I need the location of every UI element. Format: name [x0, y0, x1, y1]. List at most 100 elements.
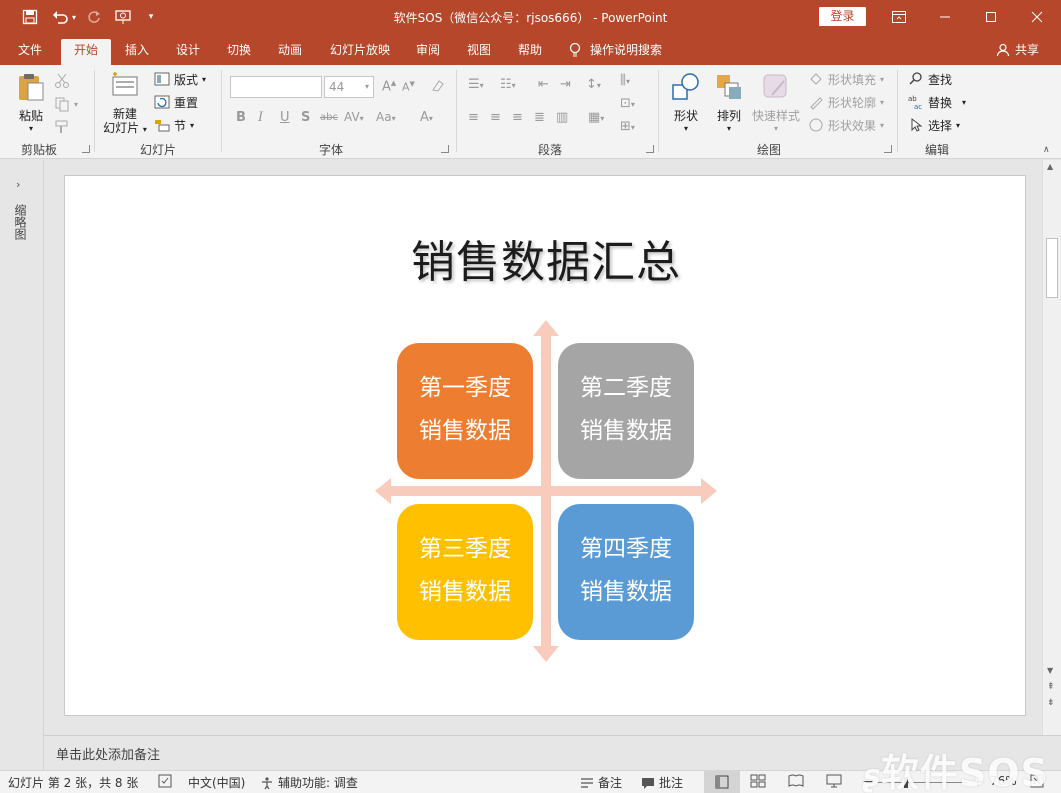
slideshow-view-icon[interactable]: [826, 774, 842, 788]
find-button[interactable]: 查找: [908, 69, 952, 89]
layout-button[interactable]: 版式 ▾: [154, 69, 206, 89]
close-icon[interactable]: [1014, 0, 1060, 34]
notes-toggle[interactable]: 备注: [580, 774, 622, 791]
font-launcher-icon[interactable]: [441, 145, 449, 153]
quadrant-q2[interactable]: 第二季度 销售数据: [558, 343, 694, 479]
ribbon-display-options-icon[interactable]: [876, 0, 922, 34]
shape-outline-button[interactable]: 形状轮廓 ▾: [808, 92, 884, 112]
distributed-icon[interactable]: ▥: [556, 110, 568, 125]
tab-design[interactable]: 设计: [166, 39, 210, 65]
redo-icon[interactable]: [84, 6, 104, 28]
align-text-icon[interactable]: ⊡▾: [620, 96, 635, 111]
minimize-icon[interactable]: [922, 0, 968, 34]
layout-label: 版式: [174, 72, 199, 87]
spell-check-icon[interactable]: [158, 774, 172, 788]
reading-view-icon[interactable]: [788, 774, 804, 788]
undo-icon[interactable]: ▾: [50, 6, 78, 28]
quick-styles-button[interactable]: 快速样式 ▾: [750, 71, 802, 133]
quadrant-q3-line2: 销售数据: [419, 579, 511, 605]
scroll-thumb[interactable]: [1046, 238, 1058, 298]
shape-fill-label: 形状填充: [828, 72, 877, 87]
tab-transitions[interactable]: 切换: [217, 39, 261, 65]
share-button[interactable]: 共享: [996, 39, 1039, 61]
accessibility-status[interactable]: 辅助功能: 调查: [260, 774, 358, 791]
tab-help[interactable]: 帮助: [508, 39, 552, 65]
bold-icon[interactable]: B: [236, 110, 246, 125]
align-right-icon[interactable]: ≡: [512, 110, 523, 125]
font-color-icon[interactable]: A▾: [420, 110, 433, 125]
notes-toggle-label: 备注: [598, 776, 623, 790]
maximize-icon[interactable]: [968, 0, 1014, 34]
justify-icon[interactable]: ≣: [534, 110, 545, 125]
convert-smartart-icon[interactable]: ⊞▾: [620, 119, 635, 134]
clear-formatting-icon[interactable]: [430, 78, 446, 98]
char-spacing-icon[interactable]: AV▾: [344, 110, 364, 124]
strikethrough-icon[interactable]: abc: [320, 112, 338, 123]
columns-icon[interactable]: ▦▾: [588, 110, 604, 125]
vertical-scrollbar[interactable]: ▲ ▼ ⇞ ⇟: [1042, 160, 1061, 735]
language-status[interactable]: 中文(中国): [188, 774, 245, 791]
arrange-button[interactable]: 排列 ▾: [711, 71, 747, 133]
section-button[interactable]: 节 ▾: [154, 115, 194, 135]
tab-review[interactable]: 审阅: [406, 39, 450, 65]
bullets-icon[interactable]: ☰▾: [468, 77, 484, 92]
paragraph-launcher-icon[interactable]: [646, 145, 654, 153]
clipboard-launcher-icon[interactable]: [82, 145, 90, 153]
normal-view-button[interactable]: [704, 771, 740, 793]
underline-icon[interactable]: U: [280, 110, 290, 125]
tab-view[interactable]: 视图: [457, 39, 501, 65]
save-icon[interactable]: [18, 6, 42, 28]
tab-file[interactable]: 文件: [8, 39, 52, 65]
change-case-icon[interactable]: Aa▾: [376, 110, 396, 124]
next-slide-icon[interactable]: ⇟: [1047, 698, 1055, 708]
tell-me-search[interactable]: 操作说明搜索: [568, 39, 662, 61]
italic-icon[interactable]: I: [258, 110, 263, 125]
shape-fill-button[interactable]: 形状填充 ▾: [808, 69, 884, 89]
select-button[interactable]: 选择 ▾: [908, 115, 960, 135]
numbering-icon[interactable]: ☷▾: [500, 77, 516, 92]
scroll-down-icon[interactable]: ▼: [1047, 666, 1053, 675]
replace-button[interactable]: ab ac 替换 ▾: [908, 92, 966, 112]
quadrant-q4[interactable]: 第四季度 销售数据: [558, 504, 694, 640]
shape-effects-button[interactable]: 形状效果 ▾: [808, 115, 884, 135]
decrease-font-icon[interactable]: A▼: [402, 80, 415, 94]
font-size-box[interactable]: 44 ▾: [324, 76, 374, 98]
separator: [897, 70, 898, 152]
line-spacing-icon[interactable]: ↕▾: [586, 77, 601, 92]
scroll-up-icon[interactable]: ▲: [1047, 162, 1053, 171]
increase-font-icon[interactable]: A▲: [382, 79, 396, 94]
tab-home[interactable]: 开始: [61, 39, 111, 65]
paste-button[interactable]: 粘贴 ▾: [12, 71, 50, 133]
text-direction-icon[interactable]: ⫼▾: [620, 73, 630, 88]
new-slide-label-1: 新建: [112, 107, 137, 121]
font-name-box[interactable]: [230, 76, 322, 98]
collapse-ribbon-icon[interactable]: ∧: [1043, 145, 1050, 155]
customize-qat-icon[interactable]: ▾: [144, 6, 158, 28]
slide-sorter-icon[interactable]: [750, 774, 766, 788]
comments-toggle[interactable]: 批注: [641, 774, 683, 791]
shadow-icon[interactable]: S: [301, 110, 310, 125]
slide-title[interactable]: 销售数据汇总: [65, 226, 1027, 290]
new-slide-button[interactable]: 新建 幻灯片 ▾: [102, 71, 148, 137]
quadrant-q1[interactable]: 第一季度 销售数据: [397, 343, 533, 479]
format-painter-icon[interactable]: [54, 117, 70, 137]
tab-slideshow[interactable]: 幻灯片放映: [320, 39, 400, 65]
expand-thumbnails-icon[interactable]: ›: [16, 178, 20, 191]
shapes-button[interactable]: 形状 ▾: [668, 71, 704, 133]
cut-icon[interactable]: [54, 71, 70, 91]
tab-insert[interactable]: 插入: [115, 39, 159, 65]
increase-indent-icon[interactable]: ⇥: [560, 77, 571, 92]
login-button[interactable]: 登录: [819, 7, 866, 26]
drawing-launcher-icon[interactable]: [884, 145, 892, 153]
reset-button[interactable]: 重置: [154, 92, 198, 112]
slide[interactable]: 销售数据汇总 第一季度 销售数据 第二季度 销售数据 第三季度 销售数据 第四季…: [64, 175, 1026, 716]
decrease-indent-icon[interactable]: ⇤: [538, 77, 549, 92]
copy-icon[interactable]: ▾: [54, 94, 78, 114]
align-center-icon[interactable]: ≡: [490, 110, 501, 125]
slide-info[interactable]: 幻灯片 第 2 张，共 8 张: [8, 774, 138, 791]
quadrant-q3[interactable]: 第三季度 销售数据: [397, 504, 533, 640]
previous-slide-icon[interactable]: ⇞: [1047, 682, 1055, 692]
start-from-beginning-icon[interactable]: [112, 6, 136, 28]
tab-animations[interactable]: 动画: [268, 39, 312, 65]
align-left-icon[interactable]: ≡: [468, 110, 479, 125]
